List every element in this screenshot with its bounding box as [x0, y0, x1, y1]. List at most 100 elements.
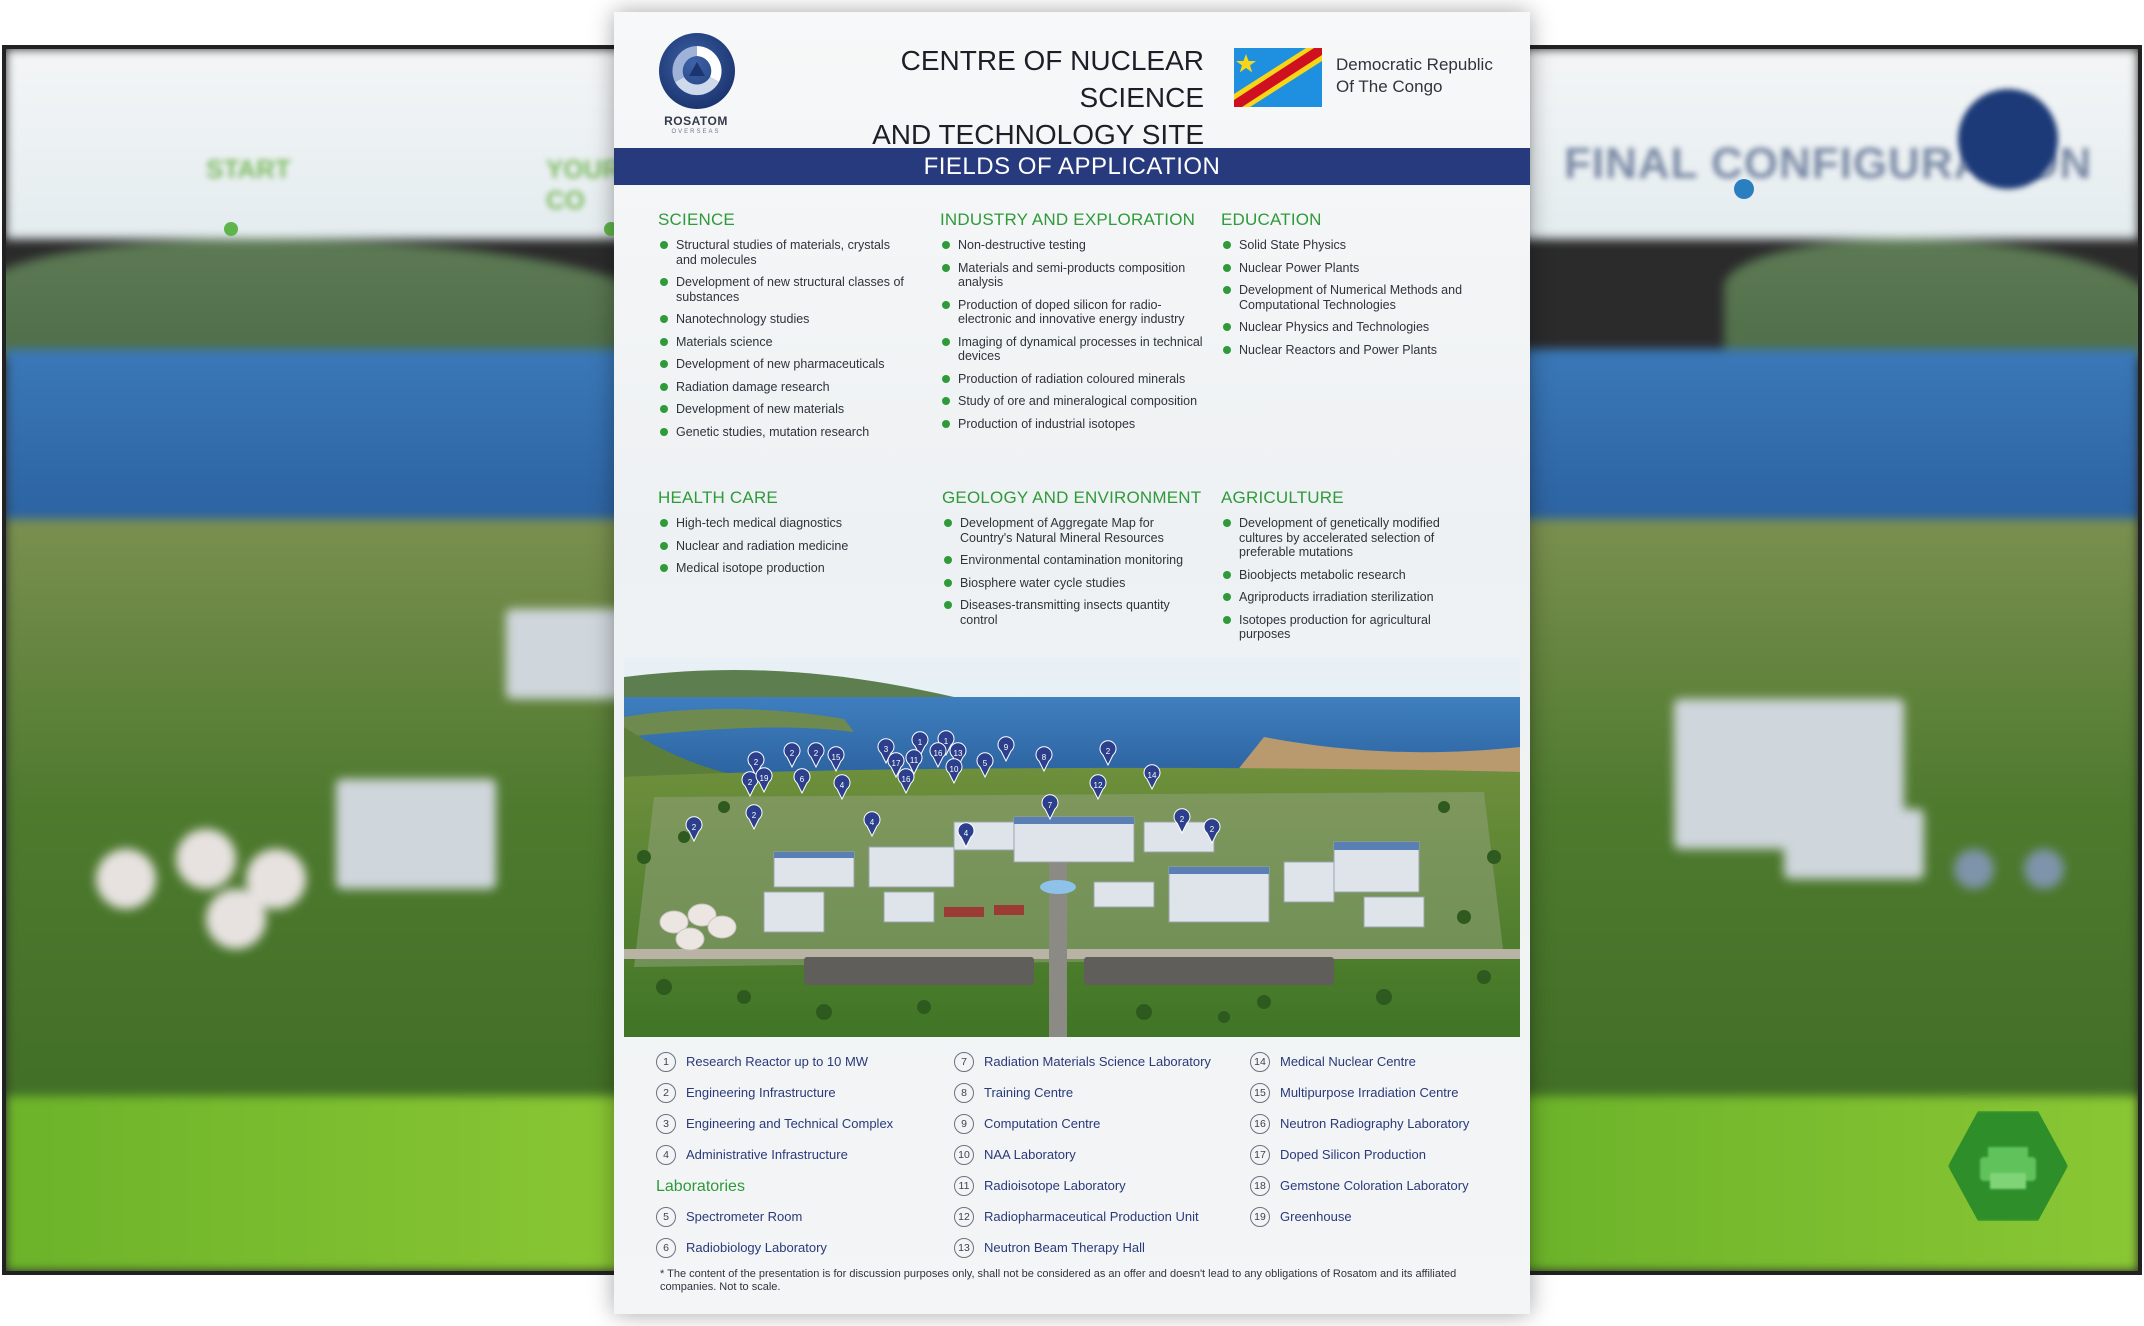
- legend-label: Engineering Infrastructure: [686, 1085, 836, 1100]
- legend-number: 1: [656, 1052, 676, 1072]
- country-line: Democratic Republic: [1336, 55, 1493, 74]
- legend-label: Radioisotope Laboratory: [984, 1178, 1126, 1193]
- map-marker-number: 17: [892, 759, 901, 768]
- field-education: EDUCATION Solid State Physics Nuclear Po…: [1221, 210, 1481, 365]
- legend-item: 14 Medical Nuclear Centre: [1250, 1052, 1520, 1083]
- logo-wordmark: ROSATOM: [664, 114, 728, 128]
- legend-label: Radiobiology Laboratory: [686, 1240, 827, 1255]
- legend-number: 11: [954, 1176, 974, 1196]
- map-marker-number: 2: [748, 778, 753, 787]
- fields-of-application: SCIENCE Structural studies of materials,…: [614, 202, 1530, 662]
- legend-label: Research Reactor up to 10 MW: [686, 1054, 869, 1069]
- map-marker-number: 2: [754, 758, 759, 767]
- map-marker-number: 2: [1180, 815, 1185, 824]
- field-item: Biosphere water cycle studies: [942, 576, 1202, 591]
- legend-item: 12 Radiopharmaceutical Production Unit: [954, 1207, 1244, 1238]
- field-geology: GEOLOGY AND ENVIRONMENT Development of A…: [942, 488, 1202, 635]
- title-line: CENTRE OF NUCLEAR SCIENCE: [900, 45, 1204, 113]
- legend-label: Medical Nuclear Centre: [1280, 1054, 1416, 1069]
- field-science: SCIENCE Structural studies of materials,…: [658, 210, 908, 447]
- legend-item: 11 Radioisotope Laboratory: [954, 1176, 1244, 1207]
- rosatom-logo-icon: [659, 33, 735, 109]
- field-item: Study of ore and mineralogical compositi…: [940, 394, 1210, 409]
- map-marker-number: 2: [692, 823, 697, 832]
- map-marker-number: 2: [814, 749, 819, 758]
- drc-flag-icon: [1234, 48, 1322, 107]
- legend-item: 19 Greenhouse: [1250, 1207, 1520, 1238]
- field-item: Nanotechnology studies: [658, 312, 908, 327]
- legend-number: 3: [656, 1114, 676, 1134]
- map-marker-number: 8: [1042, 753, 1047, 762]
- field-title: SCIENCE: [658, 210, 735, 229]
- field-item: Development of Numerical Methods and Com…: [1221, 283, 1481, 312]
- map-marker-number: 1: [944, 737, 949, 746]
- map-marker-number: 6: [800, 775, 805, 784]
- legend-item: 9 Computation Centre: [954, 1114, 1244, 1145]
- legend-label: Training Centre: [984, 1085, 1074, 1100]
- legend-label: Radiation Materials Science Laboratory: [984, 1054, 1211, 1069]
- site-aerial-view: 2 2 2 15 3 1 1 17 11 16 13 5 9 8 2 2 19 6 4 16 10 12 14 7 2 4 4 2 2 2: [624, 657, 1520, 1037]
- field-item: Environmental contamination monitoring: [942, 553, 1202, 568]
- laboratories-heading: Laboratories: [656, 1178, 745, 1195]
- map-marker-number: 16: [934, 749, 943, 758]
- map-marker-number: 11: [910, 756, 919, 765]
- field-agriculture: AGRICULTURE Development of genetically m…: [1221, 488, 1481, 650]
- field-item: Development of new pharmaceuticals: [658, 357, 908, 372]
- field-title: INDUSTRY AND EXPLORATION: [940, 210, 1196, 229]
- legend-item: 4 Administrative Infrastructure: [656, 1145, 926, 1176]
- legend-column-1: 1 Research Reactor up to 10 MW 2 Engineeri…: [656, 1052, 926, 1269]
- legend-item: 3 Engineering and Technical Complex: [656, 1114, 926, 1145]
- legend-item: 5 Spectrometer Room: [656, 1207, 926, 1238]
- legend-number: 6: [656, 1238, 676, 1258]
- site-legend: 1 Research Reactor up to 10 MW 2 Engineeri…: [614, 1042, 1530, 1282]
- field-title: EDUCATION: [1221, 210, 1322, 229]
- legend-label: Greenhouse: [1280, 1209, 1352, 1224]
- field-item: Medical isotope production: [658, 561, 908, 576]
- legend-item: 16 Neutron Radiography Laboratory: [1250, 1114, 1520, 1145]
- field-health-care: HEALTH CARE High-tech medical diagnostic…: [658, 488, 908, 584]
- map-marker-number: 1: [918, 738, 923, 747]
- legend-item: 13 Neutron Beam Therapy Hall: [954, 1238, 1244, 1269]
- country-line: Of The Congo: [1336, 77, 1443, 96]
- legend-item: 8 Training Centre: [954, 1083, 1244, 1114]
- map-marker-number: 4: [840, 781, 845, 790]
- map-marker-number: 9: [1004, 743, 1009, 752]
- legend-label: Neutron Beam Therapy Hall: [984, 1240, 1145, 1255]
- field-item: Nuclear Reactors and Power Plants: [1221, 343, 1481, 358]
- country-name: Democratic Republic Of The Congo: [1336, 54, 1526, 98]
- field-item: Production of doped silicon for radio-el…: [940, 298, 1210, 327]
- field-item: Development of Aggregate Map for Country…: [942, 516, 1202, 545]
- field-item: Nuclear and radiation medicine: [658, 539, 908, 554]
- map-marker-number: 2: [790, 749, 795, 758]
- field-item: Diseases-transmitting insects quantity c…: [942, 598, 1202, 627]
- legend-number: 15: [1250, 1083, 1270, 1103]
- field-item: Production of radiation coloured mineral…: [940, 372, 1210, 387]
- legend-label: Multipurpose Irradiation Centre: [1280, 1085, 1459, 1100]
- legend-label: Doped Silicon Production: [1280, 1147, 1426, 1162]
- bg-step-dot: [224, 222, 238, 236]
- field-item: Genetic studies, mutation research: [658, 425, 908, 440]
- field-title: GEOLOGY AND ENVIRONMENT: [942, 488, 1202, 507]
- legend-number: 9: [954, 1114, 974, 1134]
- field-item: Materials and semi-products composition …: [940, 261, 1210, 290]
- field-item: Production of industrial isotopes: [940, 417, 1210, 432]
- field-item: High-tech medical diagnostics: [658, 516, 908, 531]
- legend-label: Radiopharmaceutical Production Unit: [984, 1209, 1199, 1224]
- legend-item: 10 NAA Laboratory: [954, 1145, 1244, 1176]
- map-marker-number: 5: [983, 759, 988, 768]
- legend-number: 8: [954, 1083, 974, 1103]
- bg-step-dot: [1734, 179, 1754, 199]
- field-item: Nuclear Physics and Technologies: [1221, 320, 1481, 335]
- field-item: Development of genetically modified cult…: [1221, 516, 1481, 560]
- field-title: HEALTH CARE: [658, 488, 778, 507]
- legend-number: 16: [1250, 1114, 1270, 1134]
- background-screen-left: START YOUR CO: [2, 45, 642, 1275]
- legend-number: 7: [954, 1052, 974, 1072]
- legend-item: 15 Multipurpose Irradiation Centre: [1250, 1083, 1520, 1114]
- map-marker-number: 10: [950, 765, 959, 774]
- legend-item: 18 Gemstone Coloration Laboratory: [1250, 1176, 1520, 1207]
- map-marker-number: 12: [1094, 781, 1103, 790]
- map-marker-number: 16: [902, 775, 911, 784]
- fields-of-application-heading: FIELDS OF APPLICATION: [614, 148, 1530, 185]
- field-item: Development of new materials: [658, 402, 908, 417]
